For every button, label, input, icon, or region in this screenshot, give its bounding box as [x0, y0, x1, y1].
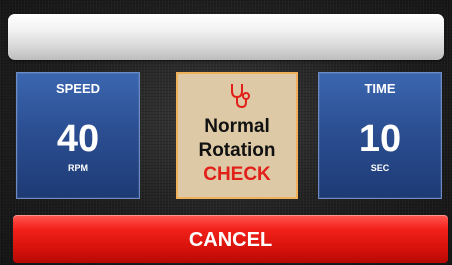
time-panel: TIME 10 SEC [318, 72, 442, 199]
header-bar [8, 14, 444, 60]
time-unit: SEC [370, 163, 390, 173]
time-label: TIME [364, 81, 396, 96]
status-panel: Normal Rotation CHECK [176, 72, 298, 199]
speed-label: SPEED [55, 81, 101, 96]
time-value: 10 [358, 118, 402, 160]
status-text-line1: Normal [204, 116, 270, 137]
cancel-button[interactable]: CANCEL [13, 215, 448, 263]
stethoscope-icon [231, 84, 250, 109]
status-text-line2: Rotation [198, 140, 276, 161]
app-frame: SPEED 40 RPM Normal Rotation CHECK TIME … [0, 0, 452, 265]
speed-panel: SPEED 40 RPM [16, 72, 140, 199]
speed-value: 40 [56, 118, 100, 160]
status-check: CHECK [203, 164, 271, 185]
speed-unit: RPM [68, 163, 88, 173]
